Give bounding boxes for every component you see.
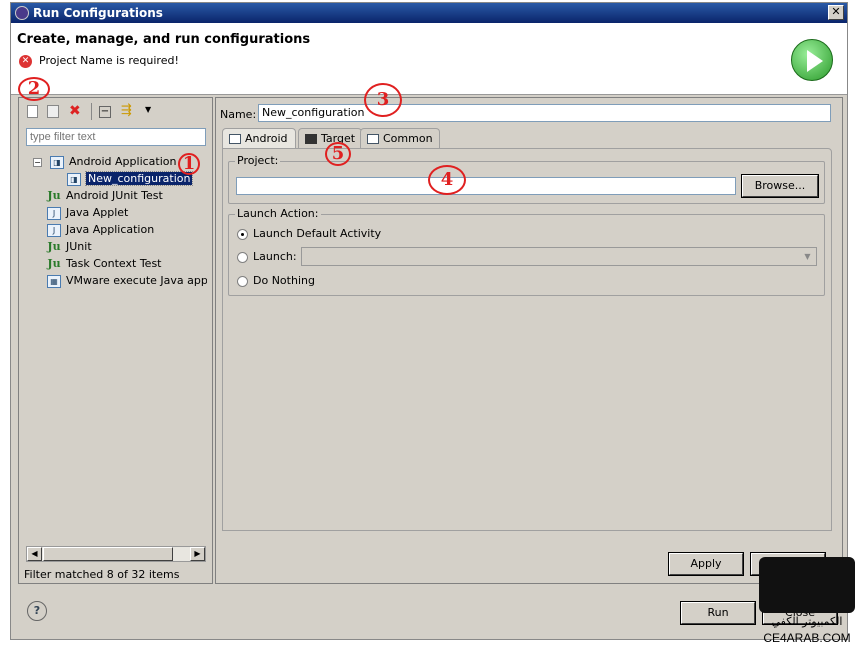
tab-content: Project: Browse... Launch Action: Launch… [222, 148, 832, 531]
scroll-left-button[interactable]: ◀ [27, 547, 42, 561]
tree-item[interactable]: Ju Android JUnit Test [47, 187, 162, 204]
annotation-3: 3 [364, 83, 402, 117]
help-icon[interactable]: ? [27, 601, 47, 621]
tree-item[interactable]: − ◨ Android Application [33, 153, 177, 170]
watermark-logo: الكمبيوتر الكفي CE4ARAB.COM [757, 557, 857, 645]
applet-icon: J [47, 206, 61, 220]
watermark-arabic: الكمبيوتر الكفي [771, 615, 843, 628]
configuration-tree: − ◨ Android Application ◨ New_configuration… [29, 153, 209, 293]
tab-common[interactable]: Common [360, 128, 440, 148]
project-group: Project: Browse... [228, 154, 825, 204]
new-config-icon[interactable] [27, 105, 38, 118]
close-button[interactable]: ✕ [828, 5, 844, 20]
radio-launch[interactable]: Launch: [237, 250, 297, 263]
tab-bar: Android Target Common [222, 128, 832, 150]
junit-icon: Ju [47, 256, 61, 270]
horizontal-scrollbar[interactable]: ◀ ▶ [26, 546, 206, 562]
eclipse-icon [15, 6, 29, 20]
error-message: Project Name is required! [39, 54, 179, 67]
android-app-icon: ◨ [50, 155, 64, 169]
tab-android[interactable]: Android [222, 128, 296, 148]
collapse-icon[interactable]: − [33, 158, 42, 167]
toolbar: ✖ − ⇶ ▼ [27, 103, 197, 121]
window-title: Run Configurations [33, 6, 163, 20]
junit-icon: Ju [47, 188, 61, 202]
java-app-icon: J [47, 223, 61, 237]
android-tab-icon [229, 134, 241, 144]
tree-item[interactable]: ▦VMware execute Java applica [47, 272, 207, 289]
annotation-5: 5 [325, 142, 351, 166]
watermark-brand: CE4ARAB.COM [763, 631, 851, 645]
title-bar[interactable]: Run Configurations ✕ [11, 3, 847, 23]
duplicate-icon[interactable] [47, 105, 59, 118]
scroll-right-button[interactable]: ▶ [190, 547, 205, 561]
run-icon [791, 39, 833, 81]
delete-icon[interactable]: ✖ [69, 103, 81, 119]
chevron-down-icon: ▼ [804, 252, 811, 261]
run-button[interactable]: Run [680, 601, 756, 625]
browse-button[interactable]: Browse... [741, 174, 819, 198]
launch-action-group: Launch Action: Launch Default Activity L… [228, 207, 825, 296]
menu-dropdown-icon[interactable]: ▼ [145, 105, 151, 114]
annotation-4: 4 [428, 165, 466, 195]
filter-input[interactable] [26, 128, 206, 146]
radio-launch-default[interactable]: Launch Default Activity [237, 227, 381, 240]
junit-icon: Ju [47, 239, 61, 253]
tree-item[interactable]: J Java Application [47, 221, 154, 238]
tree-item[interactable]: Ju Task Context Test [47, 255, 161, 272]
android-config-icon: ◨ [67, 172, 81, 186]
name-input[interactable]: New_configuration [258, 104, 831, 122]
collapse-all-icon[interactable]: − [99, 106, 111, 118]
tree-item-selected[interactable]: ◨ New_configuration [67, 170, 194, 187]
tree-item[interactable]: J Java Applet [47, 204, 128, 221]
filter-status: Filter matched 8 of 32 items [24, 568, 180, 581]
monitor-icon [305, 134, 317, 144]
project-input[interactable] [236, 177, 736, 195]
annotation-1: 1 [178, 153, 200, 175]
filter-icon[interactable]: ⇶ [121, 103, 132, 118]
annotation-2: 2 [18, 77, 50, 101]
vmware-icon: ▦ [47, 274, 61, 288]
dialog-header: Create, manage, and run configurations ✕… [11, 23, 847, 95]
apply-button[interactable]: Apply [668, 552, 744, 576]
configuration-editor: Name: New_configuration Android Target C… [215, 97, 843, 584]
name-label: Name: [220, 108, 257, 121]
common-tab-icon [367, 134, 379, 144]
tree-item[interactable]: Ju JUnit [47, 238, 91, 255]
error-icon: ✕ [19, 55, 32, 68]
run-configurations-dialog: Run Configurations ✕ Create, manage, and… [10, 2, 848, 640]
radio-do-nothing[interactable]: Do Nothing [237, 274, 315, 287]
scroll-thumb[interactable] [43, 547, 173, 561]
header-title: Create, manage, and run configurations [17, 32, 311, 47]
activity-dropdown[interactable]: ▼ [301, 247, 817, 266]
